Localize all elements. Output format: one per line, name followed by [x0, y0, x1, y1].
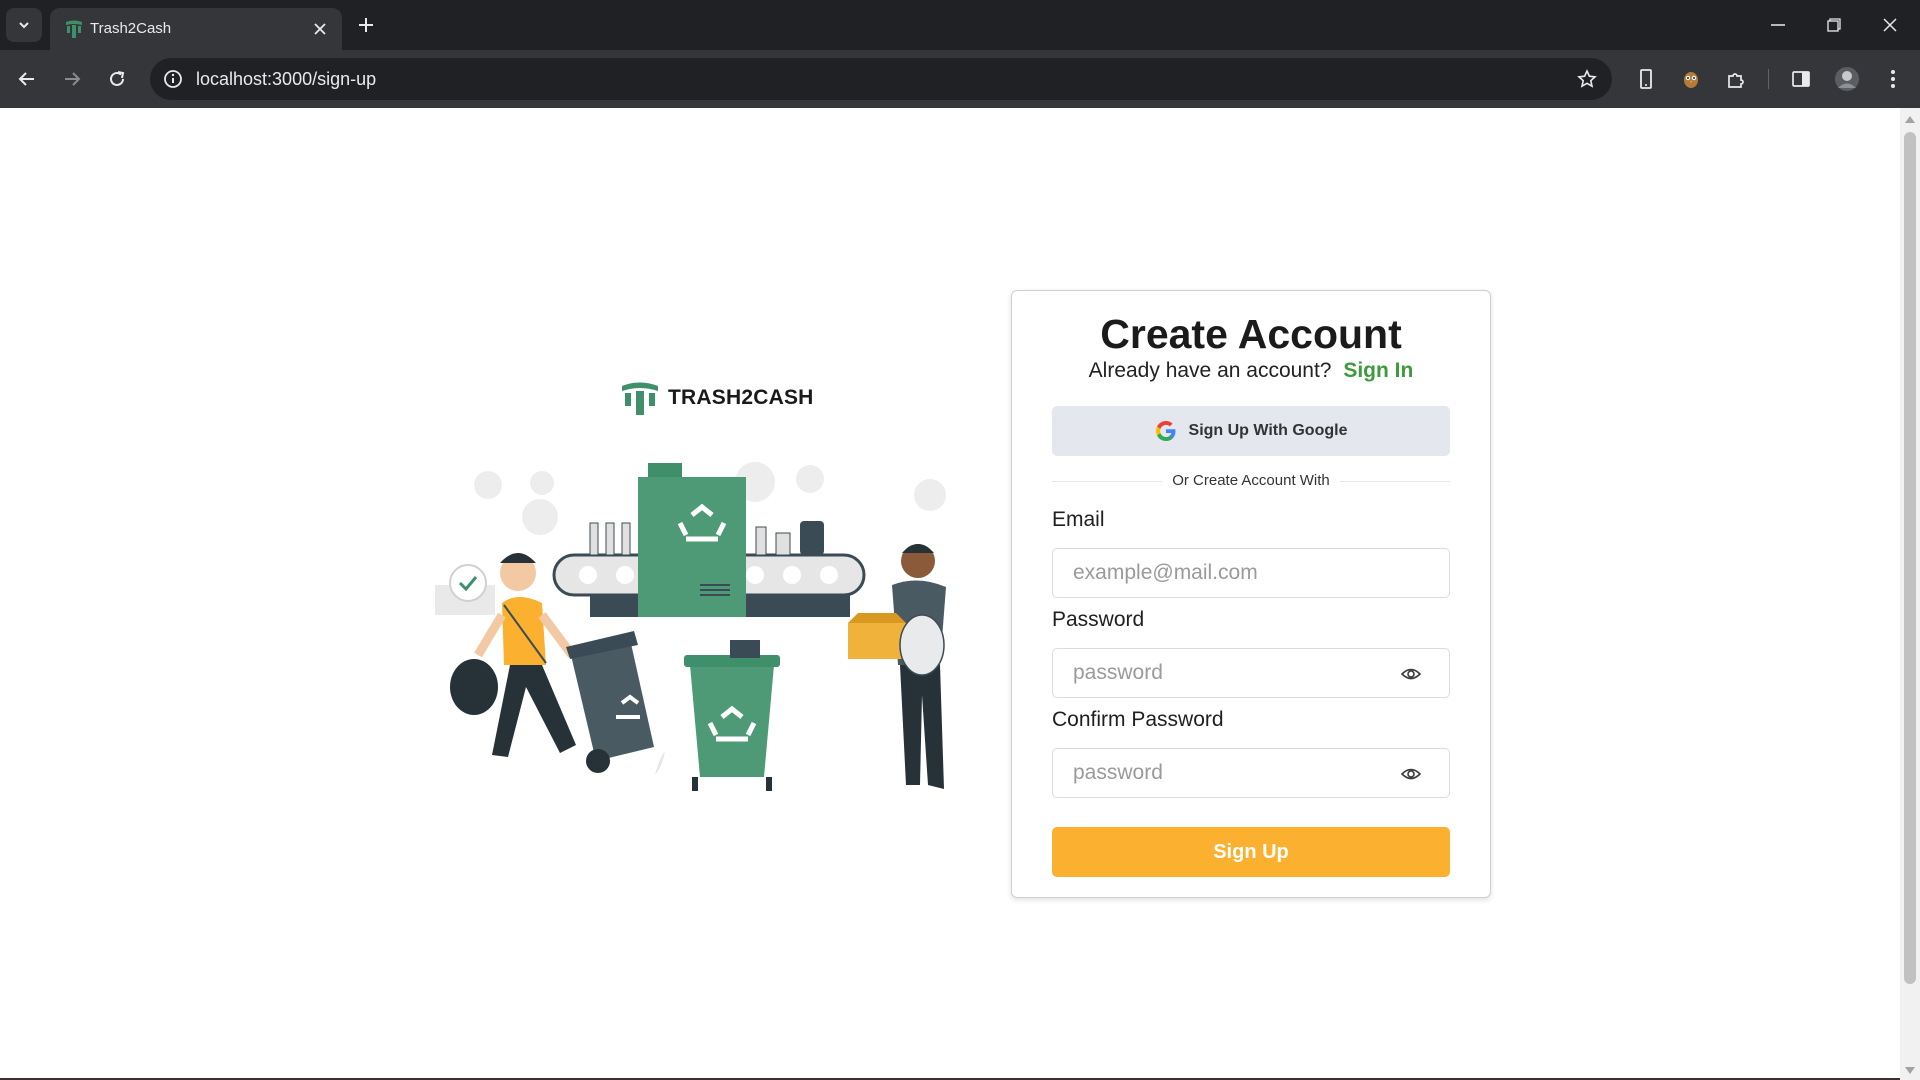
scroll-down-arrow-icon[interactable]: [1905, 1067, 1915, 1074]
plus-icon: [359, 18, 373, 32]
email-label: Email: [1052, 508, 1105, 531]
reload-icon: [110, 71, 125, 86]
new-tab-button[interactable]: [352, 11, 380, 39]
password-input[interactable]: [1053, 649, 1449, 697]
phone-icon: [1640, 69, 1652, 89]
kebab-menu-icon: [1891, 70, 1895, 88]
extensions-button[interactable]: [1719, 62, 1753, 96]
toolbar-separator: [1768, 69, 1769, 89]
reading-mode-button[interactable]: [1629, 62, 1663, 96]
bookmark-button[interactable]: [1574, 66, 1600, 92]
recycling-illustration: [435, 462, 946, 791]
email-field-wrapper: [1052, 548, 1450, 598]
profile-button[interactable]: [1830, 62, 1864, 96]
browser-toolbar: localhost:3000/sign-up: [0, 50, 1920, 108]
confirm-password-field-wrapper: [1052, 748, 1450, 798]
restore-button[interactable]: [1806, 0, 1862, 50]
google-signup-button[interactable]: Sign Up With Google: [1052, 406, 1450, 456]
brand-name: TRASH2CASH: [668, 386, 814, 409]
forward-button[interactable]: [55, 62, 89, 96]
sign-in-link[interactable]: Sign In: [1343, 359, 1413, 382]
star-icon: [1577, 69, 1597, 88]
google-signup-label: Sign Up With Google: [1188, 422, 1348, 439]
password-field-wrapper: [1052, 648, 1450, 698]
brand-header: TRASH2CASH: [620, 380, 814, 416]
menu-button[interactable]: [1876, 62, 1910, 96]
tab-list-button[interactable]: [6, 8, 42, 42]
confirm-password-input[interactable]: [1053, 749, 1449, 797]
extension-owl-button[interactable]: [1674, 62, 1708, 96]
minimize-icon: [1771, 24, 1785, 26]
close-tab-button[interactable]: [308, 17, 332, 41]
trash2cash-logo-icon: [622, 382, 658, 415]
scrollbar-thumb[interactable]: [1904, 132, 1916, 984]
divider-label: Or Create Account With: [1162, 472, 1340, 489]
confirm-password-label: Confirm Password: [1052, 708, 1224, 731]
restore-icon: [1827, 18, 1841, 32]
signup-card: Create Account Already have an account? …: [1011, 290, 1491, 898]
site-info-button[interactable]: [160, 66, 186, 92]
side-panel-button[interactable]: [1784, 62, 1818, 96]
reload-button[interactable]: [100, 62, 134, 96]
eye-icon[interactable]: [1401, 665, 1421, 683]
chevron-down-icon: [19, 22, 29, 29]
tab-title: Trash2Cash: [90, 20, 172, 37]
address-bar[interactable]: localhost:3000/sign-up: [150, 58, 1612, 100]
close-icon: [1883, 18, 1897, 32]
window-close-button[interactable]: [1862, 0, 1918, 50]
browser-tabbar: Trash2Cash: [0, 0, 1920, 50]
forward-arrow-icon: [65, 72, 81, 86]
trash2cash-favicon-icon: [66, 20, 82, 38]
sign-up-button[interactable]: Sign Up: [1052, 827, 1450, 877]
google-icon: [1155, 421, 1176, 441]
page-scrollbar[interactable]: [1900, 108, 1920, 1080]
password-label: Password: [1052, 608, 1145, 631]
signin-prompt-text: Already have an account?: [1088, 359, 1332, 382]
profile-avatar: [1835, 67, 1859, 91]
scroll-up-arrow-icon[interactable]: [1905, 116, 1915, 123]
email-input[interactable]: [1053, 549, 1449, 597]
browser-tab[interactable]: Trash2Cash: [50, 8, 342, 50]
url-text: localhost:3000/sign-up: [196, 69, 377, 89]
divider-text: Or Create Account With: [1012, 472, 1490, 490]
close-icon: [314, 23, 326, 35]
puzzle-icon: [1728, 73, 1744, 88]
info-icon: [164, 70, 182, 88]
sidepanel-icon: [1792, 71, 1810, 87]
signin-prompt: Already have an account? Sign In: [1012, 359, 1490, 383]
back-arrow-icon: [18, 72, 34, 86]
minimize-button[interactable]: [1750, 0, 1806, 50]
extension-icon: [1684, 72, 1698, 88]
eye-icon[interactable]: [1401, 765, 1421, 783]
page-title: Create Account: [1100, 311, 1402, 357]
back-button[interactable]: [10, 62, 44, 96]
